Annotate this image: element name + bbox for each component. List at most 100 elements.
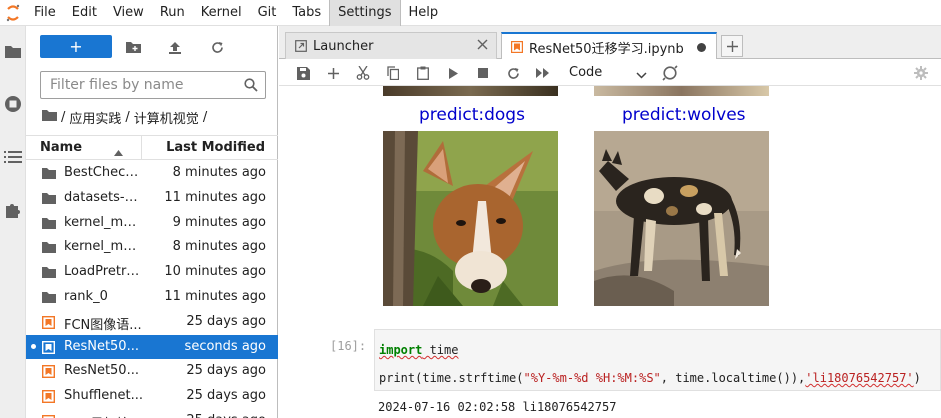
file-modified: 25 days ago <box>186 313 266 329</box>
tab-launcher[interactable]: Launcher <box>285 32 497 59</box>
running-dot-icon <box>31 343 36 349</box>
file-name: rank_0 <box>64 288 108 304</box>
menu-run[interactable]: Run <box>152 0 193 26</box>
plus-icon: + <box>69 37 83 56</box>
cut-icon[interactable] <box>352 62 374 84</box>
git-diff-icon[interactable] <box>659 62 681 84</box>
new-launcher-button[interactable]: + <box>40 35 112 58</box>
code-editor[interactable]: import time print(time.strftime("%Y-%m-%… <box>374 329 941 391</box>
file-row[interactable]: FCN图像语... 25 days ago <box>26 310 278 335</box>
code-line-2: print(time.strftime("%Y-%m-%d %H:%M:%S",… <box>379 371 921 385</box>
file-row[interactable]: BestCheckp... 8 minutes ago <box>26 161 278 186</box>
cell-type-dropdown[interactable]: Code <box>569 62 647 83</box>
filter-files-input[interactable] <box>41 77 236 93</box>
file-name: kernel_met... <box>64 239 144 255</box>
breadcrumb-item[interactable]: 应用实践 <box>69 108 121 127</box>
file-browser: + / 应用实践 / 计算机视觉 / Name Last Modified <box>26 26 278 418</box>
restart-run-all-icon[interactable] <box>532 62 554 84</box>
breadcrumb-separator: / <box>61 109 66 125</box>
menu-view[interactable]: View <box>105 0 152 26</box>
add-tab-button[interactable] <box>721 35 743 57</box>
breadcrumb-item[interactable]: 计算机视觉 <box>134 108 199 127</box>
menubar: File Edit View Run Kernel Git Tabs Setti… <box>0 0 941 26</box>
file-row[interactable]: LoadPretrai... 10 minutes ago <box>26 260 278 285</box>
folder-icon <box>42 266 56 279</box>
stop-icon[interactable] <box>472 62 494 84</box>
running-icon[interactable] <box>0 86 26 122</box>
folder-icon[interactable] <box>0 33 26 69</box>
menu-file[interactable]: File <box>26 0 64 26</box>
file-modified: seconds ago <box>184 338 266 354</box>
file-browser-toolbar: + <box>26 26 278 66</box>
save-icon[interactable] <box>292 62 314 84</box>
folder-icon <box>42 192 56 205</box>
column-last-modified[interactable]: Last Modified <box>166 140 265 155</box>
close-icon[interactable] <box>477 39 488 54</box>
file-name: SSD目标检... <box>64 413 144 418</box>
column-name[interactable]: Name <box>40 140 82 155</box>
notebook-icon <box>511 41 524 54</box>
file-name: FCN图像语... <box>64 317 142 333</box>
previous-output-image <box>594 86 769 96</box>
home-folder-icon[interactable] <box>42 109 57 125</box>
code-keyword: import <box>379 343 423 357</box>
extension-icon[interactable] <box>0 192 26 228</box>
file-row[interactable]: Shufflenet... 25 days ago <box>26 384 278 409</box>
file-name: LoadPretrai... <box>64 264 144 280</box>
file-modified: 9 minutes ago <box>172 214 266 230</box>
restart-icon[interactable] <box>502 62 524 84</box>
file-list-header: Name Last Modified <box>26 135 278 160</box>
code-string: 'li18076542757' <box>805 371 914 385</box>
notebook-icon <box>41 390 56 404</box>
code-cell[interactable]: [16]: import time print(time.strftime("%… <box>279 323 941 391</box>
notebook-content: predict:dogs predict:wolves [16]: import… <box>279 86 941 418</box>
launcher-icon <box>295 40 307 52</box>
kernel-status-icon <box>910 62 932 84</box>
run-icon[interactable] <box>442 62 464 84</box>
tab-bar: Launcher ResNet50迁移学习.ipynb <box>279 26 941 60</box>
add-cell-icon[interactable] <box>322 62 344 84</box>
upload-icon[interactable] <box>164 36 186 58</box>
notebook-icon <box>41 315 56 329</box>
file-row[interactable]: kernel_meta 9 minutes ago <box>26 211 278 236</box>
notebook-toolbar: Code <box>279 59 941 86</box>
jupyter-logo-icon <box>0 0 26 26</box>
file-row[interactable]: SSD目标检... 25 days ago <box>26 409 278 418</box>
file-row[interactable]: ResNet50... seconds ago <box>26 334 278 360</box>
file-row[interactable]: kernel_met... 8 minutes ago <box>26 235 278 260</box>
file-row[interactable]: rank_0 11 minutes ago <box>26 285 278 310</box>
paste-icon[interactable] <box>412 62 434 84</box>
search-icon <box>244 78 258 96</box>
sort-ascending-icon <box>114 145 123 160</box>
file-modified: 8 minutes ago <box>172 165 266 180</box>
menu-settings[interactable]: Settings <box>329 0 401 26</box>
file-row[interactable]: ResNet50... 25 days ago <box>26 359 278 384</box>
tab-label: Launcher <box>313 38 374 54</box>
code-text: ) <box>913 371 921 385</box>
toc-icon[interactable] <box>0 139 26 175</box>
file-name: BestCheckp... <box>64 165 144 180</box>
file-name: ResNet50... <box>64 338 139 354</box>
menu-tabs[interactable]: Tabs <box>284 0 329 26</box>
chevron-down-icon <box>636 68 647 83</box>
new-folder-icon[interactable] <box>122 36 144 58</box>
menu-help[interactable]: Help <box>401 0 447 26</box>
file-name: ResNet50... <box>64 363 139 379</box>
copy-icon[interactable] <box>382 62 404 84</box>
tab-label: ResNet50迁移学习.ipynb <box>529 41 684 57</box>
tab-notebook[interactable]: ResNet50迁移学习.ipynb <box>501 32 717 60</box>
file-row[interactable]: datasets-Ca... 11 minutes ago <box>26 186 278 211</box>
unsaved-dot-icon[interactable] <box>697 43 706 52</box>
cell-prompt: [16]: <box>330 339 367 353</box>
column-divider[interactable] <box>141 136 142 159</box>
activity-bar <box>0 26 26 418</box>
menu-kernel[interactable]: Kernel <box>193 0 250 26</box>
menu-git[interactable]: Git <box>250 0 285 26</box>
notebook-icon <box>41 340 56 354</box>
menu-edit[interactable]: Edit <box>64 0 105 26</box>
file-modified: 11 minutes ago <box>164 189 266 205</box>
folder-icon <box>42 217 56 230</box>
prediction-title-dogs: predict:dogs <box>419 105 525 125</box>
cell-type-label: Code <box>569 65 603 80</box>
refresh-icon[interactable] <box>206 36 228 58</box>
